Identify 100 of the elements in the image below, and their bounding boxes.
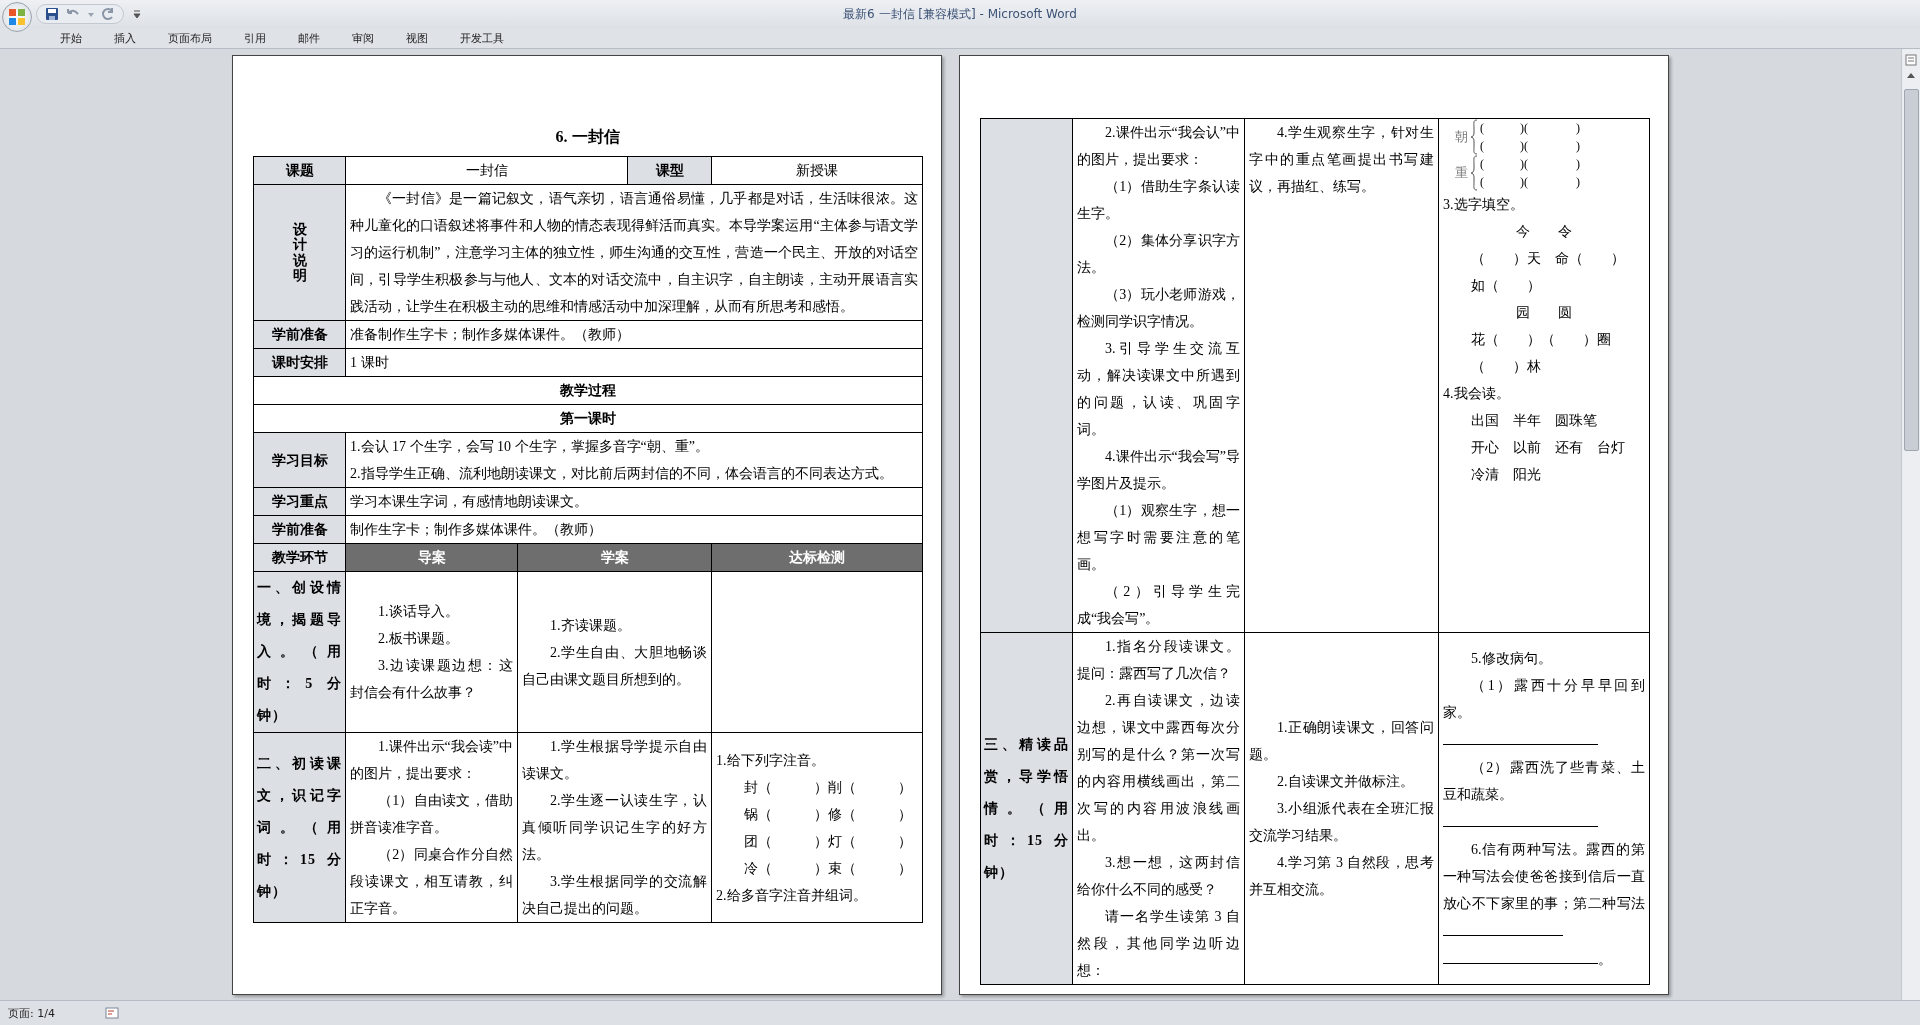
paragraph: 园 圆: [1515, 304, 1573, 322]
paragraph: 1.课件出示“我会读”中的图片，提出要求：: [350, 738, 513, 783]
paragraph: 4.我会读。: [1443, 385, 1511, 403]
row-label: 课题: [253, 156, 346, 185]
paragraph: 如（ ）: [1470, 277, 1542, 295]
row-label: 教学环节: [253, 543, 346, 572]
redo-icon[interactable]: [101, 7, 115, 21]
paragraph: 封（ ）削（ ）: [743, 778, 913, 797]
paragraph: （ ）天 命（ ）: [1470, 250, 1626, 268]
paragraph: 3.学生根据同学的交流解决自己提出的问题。: [522, 873, 707, 918]
section-heading: 第一课时: [253, 404, 923, 433]
row-label: 学习目标: [253, 432, 346, 488]
paragraph: 冷（ ）束（ ）: [743, 859, 913, 878]
blank-pair: ( )( ): [1480, 120, 1580, 137]
paragraph: 3.选字填空。: [1443, 196, 1525, 214]
row-label: 学前准备: [253, 320, 346, 349]
paragraph: 2.再自读课文，边读边想，课文中露西每次分别写的是什么？第一次写的内容用横线画出，第二次写的内容用波浪线画出。: [1077, 692, 1240, 845]
paragraph: 4.学生观察生字，针对生字中的重点笔画提出书写建议，再描红、练写。: [1249, 124, 1434, 196]
row-label: 课时安排: [253, 348, 346, 377]
proofing-icon[interactable]: [104, 1007, 119, 1019]
paragraph: （1）观察生字，想一想写字时需要注意的笔画。: [1077, 502, 1240, 574]
page-indicator[interactable]: 页面: 1/4: [8, 1005, 55, 1021]
paragraph: 1.正确朗读课文，回答问题。: [1249, 719, 1434, 764]
table-cell: 新授课: [711, 156, 923, 185]
polyphone-char: 朝: [1455, 128, 1468, 146]
row-label: 课型: [627, 156, 712, 185]
column-header: 导案: [345, 543, 518, 572]
paragraph: 3.引导学生交流互动，解决读课文中所遇到的问题，认读、巩固字词。: [1077, 340, 1240, 439]
paragraph: 准备制作生字卡；制作多媒体课件。（教师）: [350, 326, 631, 344]
app-menu-button[interactable]: [2, 2, 32, 32]
paragraph: （2）同桌合作分自然段读课文，相互请教，纠正字音。: [350, 846, 513, 918]
polyphone-char: 重: [1455, 164, 1468, 182]
blank-pair: ( )( ): [1480, 138, 1580, 155]
paragraph: 4.学习第 3 自然段，思考并互相交流。: [1249, 854, 1434, 899]
paragraph: （3）玩小老师游戏，检测同学识字情况。: [1077, 286, 1240, 331]
paragraph: 出国 半年 圆珠笔: [1470, 412, 1598, 430]
blank-pair: ( )( ): [1480, 174, 1580, 191]
paragraph: 1.谈话导入。: [377, 603, 460, 621]
paragraph: 2.课件出示“我会认”中的图片，提出要求：: [1077, 124, 1240, 169]
document-title: 6. 一封信: [554, 127, 621, 147]
section-heading: 教学过程: [253, 376, 923, 405]
paragraph: 3.想一想，这两封信给你什么不同的感受？: [1077, 854, 1240, 899]
row-label: 二、初读课文，识记字词。（用时：15 分钟）: [253, 732, 346, 923]
paragraph: （1）自由读文，借助拼音读准字音。: [350, 792, 513, 837]
paragraph: 1.给下列字注音。: [716, 751, 826, 770]
paragraph: 5.修改病句。: [1470, 649, 1553, 668]
table-cell: 一封信: [345, 156, 628, 185]
paragraph: （2）集体分享识字方法。: [1077, 232, 1240, 277]
ribbon-tab[interactable]: 引用: [228, 28, 282, 48]
paragraph: 请一名学生读第 3 自然段，其他同学边听边想：: [1077, 908, 1240, 980]
ribbon-tab[interactable]: 插入: [98, 28, 152, 48]
paragraph: 4.课件出示“我会写”导学图片及提示。: [1077, 448, 1240, 493]
paragraph: （1）借助生字条认读生字。: [1077, 178, 1240, 223]
paragraph: 2.指导学生正确、流利地朗读课文，对比前后两封信的不同，体会语言的不同表达方式。: [350, 465, 894, 483]
paragraph: 3.小组派代表在全班汇报交流学习结果。: [1249, 800, 1434, 845]
row-label: 学习重点: [253, 487, 346, 516]
paragraph: （ ）林: [1470, 358, 1542, 376]
paragraph: 2.学生逐一认读生字，认真倾听同学识记生字的好方法。: [522, 792, 707, 864]
paragraph: 学习本课生字词，有感情地朗读课文。: [350, 493, 589, 511]
blank-pair: ( )( ): [1480, 156, 1580, 173]
ribbon-tab[interactable]: 页面布局: [152, 28, 228, 48]
paragraph: 花（ ）（ ）圈: [1470, 331, 1612, 349]
paragraph: 3.边读课题边想：这封信会有什么故事？: [350, 657, 513, 702]
customize-icon[interactable]: [132, 7, 142, 21]
paragraph: 2.给多音字注音并组词。: [716, 886, 868, 905]
paragraph: 1 课时: [350, 354, 390, 372]
row-label: 三、精读品赏，导学悟情。（用时：15 分钟）: [980, 632, 1073, 985]
column-header: 达标检测: [711, 543, 923, 572]
paragraph: 6.信有两种写法。露西的第一种写法会使爸爸接到信后一直放心不下家里的事；第二种写法: [1443, 841, 1645, 911]
paragraph: 1.会认 17 个生字，会写 10 个生字，掌握多音字“朝、重”。: [350, 438, 710, 456]
paragraph: 2.自读课文并做标注。: [1276, 773, 1415, 791]
paragraph: 冷清 阳光: [1470, 466, 1542, 484]
paragraph: （2）露西洗了些青菜、土豆和蔬菜。: [1443, 758, 1645, 804]
ribbon-tab[interactable]: 开发工具: [444, 28, 520, 48]
paragraph: （2）引导学生完成“我会写”。: [1077, 583, 1240, 628]
paragraph: 1.指名分段读课文。提问：露西写了几次信？: [1077, 638, 1240, 683]
scrollbar-thumb[interactable]: [1903, 89, 1919, 451]
ribbon-tab[interactable]: 视图: [390, 28, 444, 48]
row-label: 设计说明: [253, 184, 346, 321]
paragraph: 1.齐读课题。: [549, 616, 632, 635]
ribbon-tab[interactable]: 审阅: [336, 28, 390, 48]
paragraph: 2.板书课题。: [377, 630, 460, 648]
ribbon-tab[interactable]: 邮件: [282, 28, 336, 48]
paragraph: 制作生字卡；制作多媒体课件。（教师）: [350, 521, 603, 539]
scrollbar[interactable]: [1901, 49, 1920, 1000]
column-header: 学案: [517, 543, 712, 572]
row-label: 一、创设情境，揭题导入。（用时：5 分钟）: [253, 571, 346, 733]
paragraph: 2.学生自由、大胆地畅谈自己由课文题目所想到的。: [522, 643, 707, 689]
ribbon-tab[interactable]: 开始: [44, 28, 98, 48]
paragraph: 锅（ ）修（ ）: [743, 805, 913, 824]
paragraph: 开心 以前 还有 台灯: [1470, 439, 1626, 457]
scroll-up-icon[interactable]: [1906, 71, 1916, 79]
window-title: 最新6 一封信 [兼容模式] - Microsoft Word: [843, 5, 1077, 23]
paragraph: 团（ ）灯（ ）: [743, 832, 913, 851]
paragraph: 1.学生根据导学提示自由读课文。: [522, 738, 707, 783]
paragraph: 今 令: [1515, 223, 1573, 241]
row-label: 学前准备: [253, 515, 346, 544]
save-icon[interactable]: [45, 7, 59, 21]
paragraph: （1）露西十分早早回到家。: [1443, 676, 1645, 722]
punctuation: 。: [1598, 951, 1612, 967]
